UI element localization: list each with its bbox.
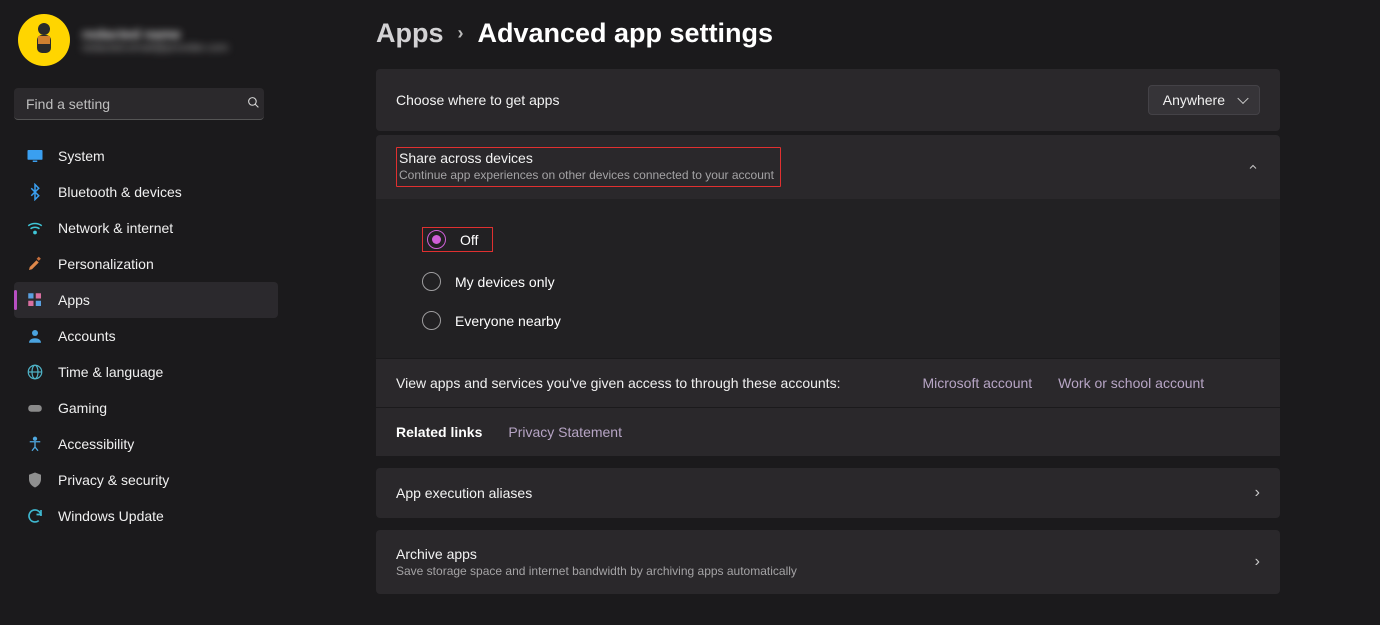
profile-name: redacted name	[82, 26, 228, 42]
breadcrumb: Apps › Advanced app settings	[376, 18, 1280, 49]
accounts-lead: View apps and services you've given acce…	[396, 375, 840, 391]
sidebar-item-apps[interactable]: Apps	[14, 282, 278, 318]
sidebar-item-gaming[interactable]: Gaming	[14, 390, 278, 426]
profile-email: redacted.email@provider.com	[82, 42, 228, 54]
sidebar-item-label: Bluetooth & devices	[58, 184, 182, 200]
highlight-box: Share across devices Continue app experi…	[396, 147, 781, 187]
sidebar-item-accounts[interactable]: Accounts	[14, 318, 278, 354]
search-input[interactable]	[14, 88, 264, 120]
radio-off[interactable]	[427, 230, 446, 249]
share-title: Share across devices	[399, 150, 774, 166]
search-icon	[247, 96, 260, 112]
link-privacy-statement[interactable]: Privacy Statement	[508, 424, 622, 440]
row-title: Archive apps	[396, 546, 797, 562]
search-container	[14, 88, 274, 120]
wifi-icon	[26, 219, 44, 237]
link-work-school-account[interactable]: Work or school account	[1058, 375, 1204, 391]
breadcrumb-parent[interactable]: Apps	[376, 18, 444, 49]
share-devices-expander: Share across devices Continue app experi…	[376, 135, 1280, 456]
radio-label: My devices only	[455, 274, 555, 290]
sidebar-item-label: Privacy & security	[58, 472, 169, 488]
choose-apps-panel: Choose where to get apps Anywhere	[376, 69, 1280, 131]
related-links-row: Related links Privacy Statement	[376, 407, 1280, 456]
sidebar-item-label: Apps	[58, 292, 90, 308]
sidebar-item-privacy[interactable]: Privacy & security	[14, 462, 278, 498]
sidebar-item-label: Time & language	[58, 364, 163, 380]
sidebar-item-bluetooth[interactable]: Bluetooth & devices	[14, 174, 278, 210]
avatar	[18, 14, 70, 66]
sidebar-item-label: Accessibility	[58, 436, 134, 452]
row-title: App execution aliases	[396, 485, 532, 501]
bluetooth-icon	[26, 183, 44, 201]
sidebar-item-time-language[interactable]: Time & language	[14, 354, 278, 390]
share-options: Off My devices only Everyone nearby	[376, 199, 1280, 358]
globe-icon	[26, 363, 44, 381]
row-subtitle: Save storage space and internet bandwidt…	[396, 564, 797, 578]
page-title: Advanced app settings	[478, 18, 774, 49]
share-devices-header[interactable]: Share across devices Continue app experi…	[376, 135, 1280, 199]
accounts-access-row: View apps and services you've given acce…	[376, 358, 1280, 407]
profile-block[interactable]: redacted name redacted.email@provider.co…	[14, 14, 278, 74]
chevron-right-icon: ›	[458, 23, 464, 44]
apps-icon	[26, 291, 44, 309]
radio-everyone-nearby[interactable]	[422, 311, 441, 330]
sidebar-item-label: Accounts	[58, 328, 116, 344]
paintbrush-icon	[26, 255, 44, 273]
sidebar-item-label: System	[58, 148, 105, 164]
shield-icon	[26, 471, 44, 489]
radio-label: Off	[460, 232, 478, 248]
highlight-box: Off	[422, 227, 493, 252]
sidebar-item-label: Network & internet	[58, 220, 173, 236]
gamepad-icon	[26, 399, 44, 417]
row-archive-apps[interactable]: Archive apps Save storage space and inte…	[376, 530, 1280, 594]
radio-my-devices[interactable]	[422, 272, 441, 291]
radio-label: Everyone nearby	[455, 313, 561, 329]
row-app-execution-aliases[interactable]: App execution aliases ›	[376, 468, 1280, 518]
chevron-right-icon: ›	[1255, 553, 1260, 571]
related-lead: Related links	[396, 424, 482, 440]
link-microsoft-account[interactable]: Microsoft account	[922, 375, 1032, 391]
sidebar-item-network[interactable]: Network & internet	[14, 210, 278, 246]
main-content: Apps › Advanced app settings Choose wher…	[290, 0, 1380, 625]
sidebar-nav: System Bluetooth & devices Network & int…	[14, 138, 278, 534]
choose-apps-label: Choose where to get apps	[396, 92, 559, 108]
sidebar-item-label: Gaming	[58, 400, 107, 416]
sidebar-item-label: Windows Update	[58, 508, 164, 524]
sidebar-item-accessibility[interactable]: Accessibility	[14, 426, 278, 462]
share-subtitle: Continue app experiences on other device…	[399, 168, 774, 182]
chevron-right-icon: ›	[1255, 484, 1260, 502]
dropdown-value: Anywhere	[1163, 92, 1225, 108]
sidebar-item-windows-update[interactable]: Windows Update	[14, 498, 278, 534]
choose-apps-dropdown[interactable]: Anywhere	[1148, 85, 1260, 115]
sidebar: redacted name redacted.email@provider.co…	[0, 0, 290, 625]
person-icon	[26, 327, 44, 345]
chevron-up-icon	[1246, 160, 1260, 174]
update-icon	[26, 507, 44, 525]
sidebar-item-label: Personalization	[58, 256, 154, 272]
accessibility-icon	[26, 435, 44, 453]
sidebar-item-personalization[interactable]: Personalization	[14, 246, 278, 282]
monitor-icon	[26, 147, 44, 165]
sidebar-item-system[interactable]: System	[14, 138, 278, 174]
